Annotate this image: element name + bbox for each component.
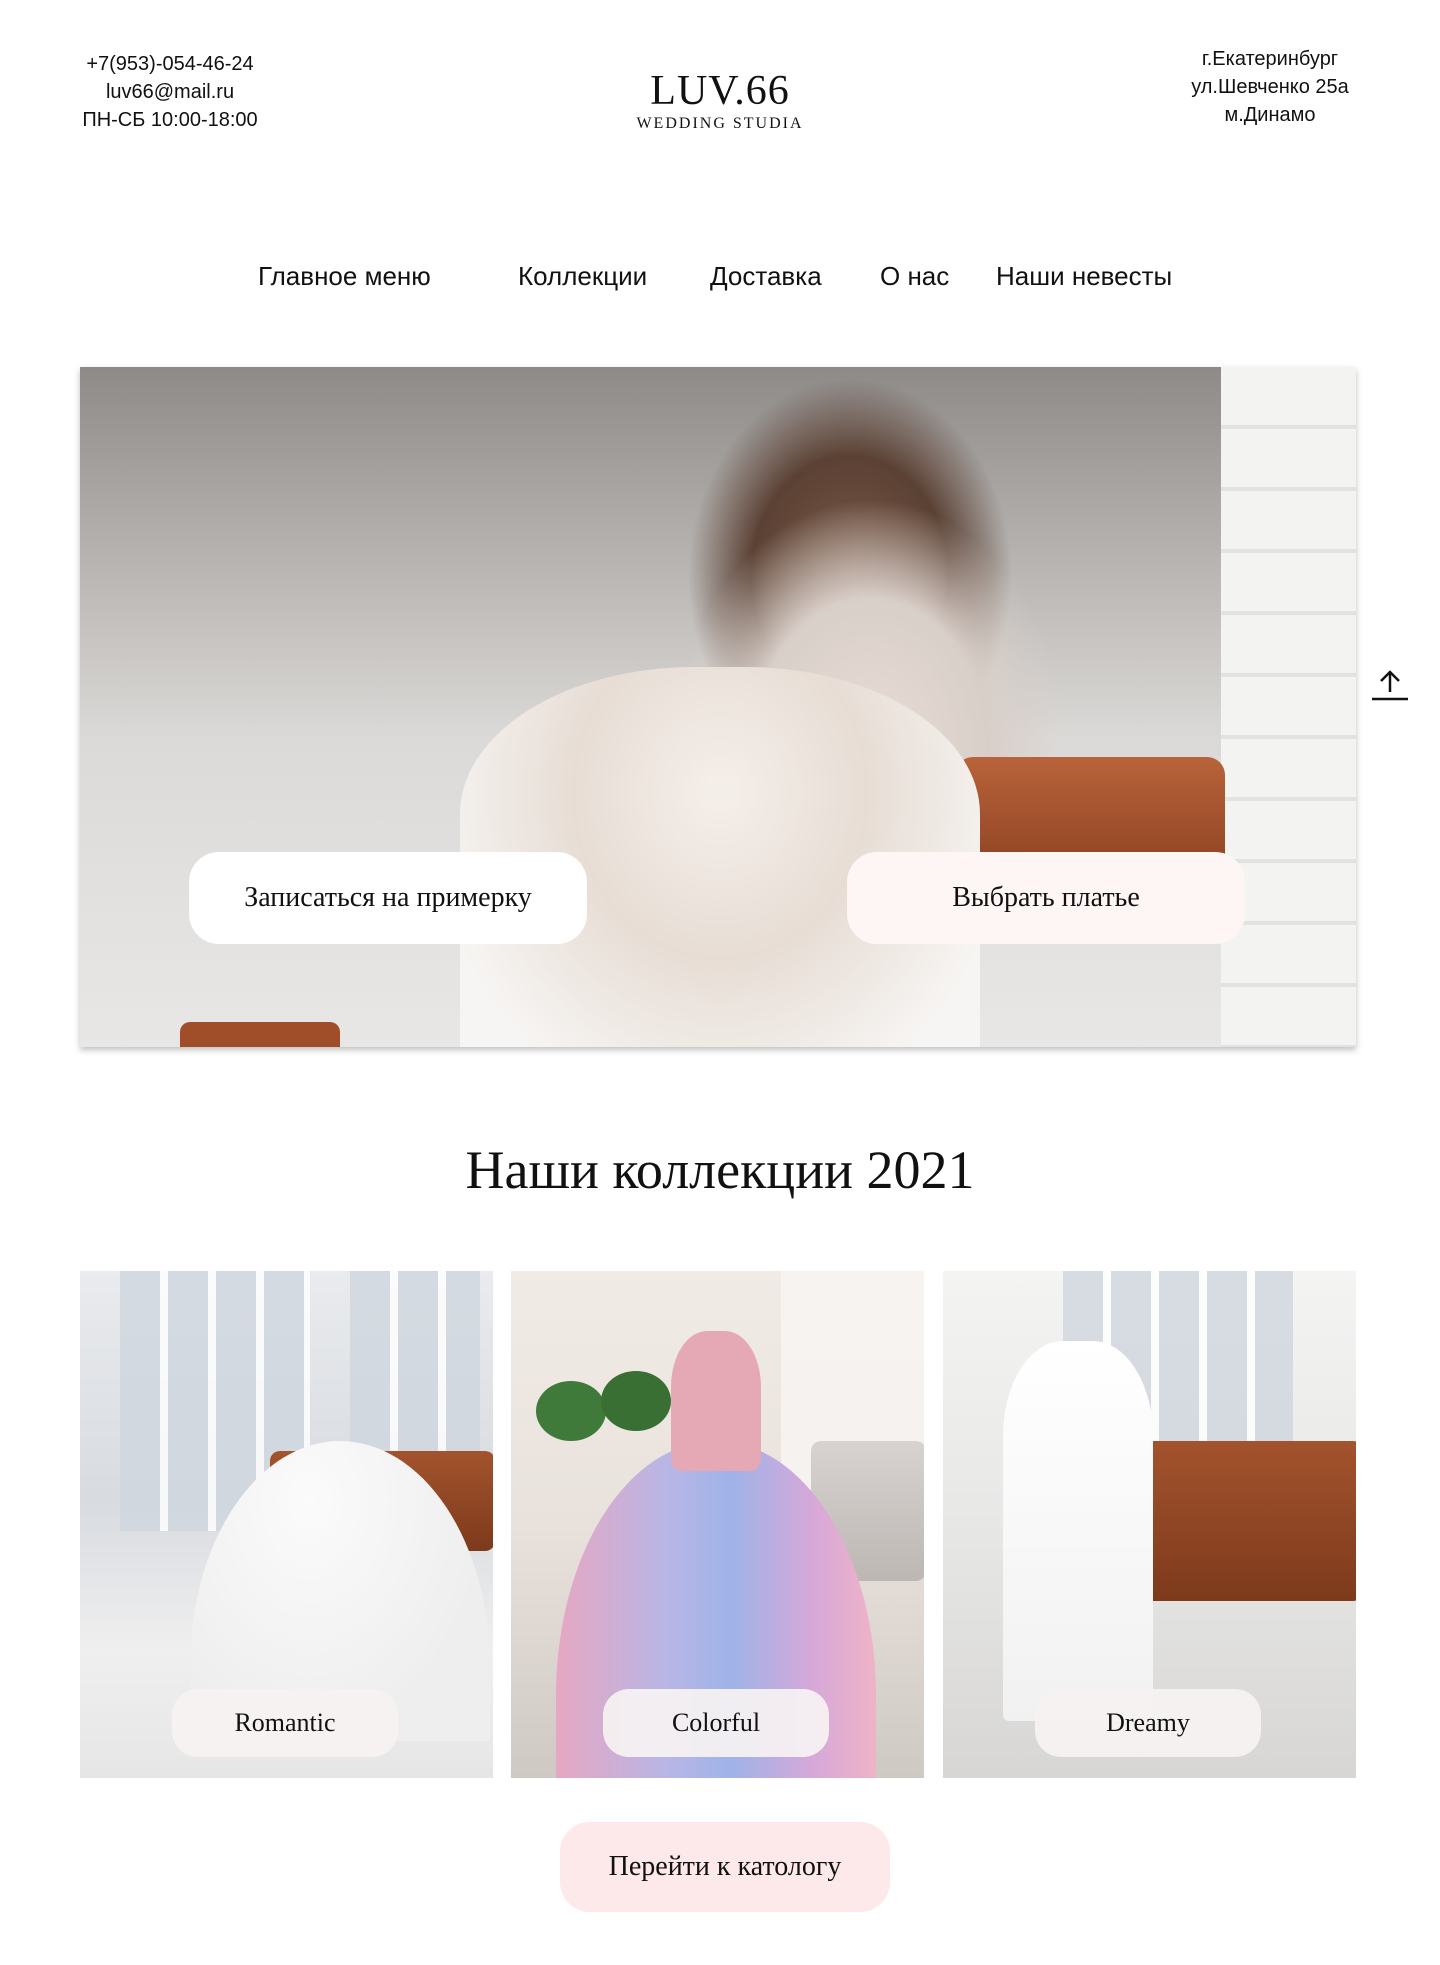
working-hours: ПН-СБ 10:00-18:00 <box>82 109 258 131</box>
bodice-image <box>671 1331 761 1471</box>
choose-dress-button[interactable]: Выбрать платье <box>847 852 1245 944</box>
nav-item-about[interactable]: О нас <box>880 258 949 294</box>
logo-title: LUV.66 <box>650 68 790 114</box>
collection-card-colorful[interactable]: Colorful <box>511 1271 924 1778</box>
book-fitting-button[interactable]: Записаться на примерку <box>189 852 587 944</box>
collection-label: Romantic <box>172 1689 398 1757</box>
hero-brick-wall <box>1221 367 1356 1047</box>
nav-item-main-menu[interactable]: Главное меню <box>258 258 431 294</box>
contact-info: +7(953)-054-46-24 luv66@mail.ru ПН-СБ 10… <box>60 50 280 134</box>
phone-number[interactable]: +7(953)-054-46-24 <box>60 50 280 78</box>
logo-subtitle: WEDDING STUDIA <box>636 115 804 132</box>
logo[interactable]: LUV.66 WEDDING STUDIA <box>560 68 880 134</box>
collection-label: Colorful <box>603 1689 829 1757</box>
collection-card-dreamy[interactable]: Dreamy <box>943 1271 1356 1778</box>
address-metro: м.Динамо <box>1224 104 1316 126</box>
address-city: г.Екатеринбург <box>1201 48 1339 70</box>
collections-title: Наши коллекции 2021 <box>465 1140 975 1200</box>
nav-item-our-brides[interactable]: Наши невесты <box>996 258 1172 294</box>
dress-image <box>1003 1341 1153 1721</box>
plant-image <box>536 1381 606 1441</box>
arrow-up-icon <box>1372 670 1408 701</box>
nav-item-delivery[interactable]: Доставка <box>710 258 822 294</box>
address-info: г.Екатеринбург ул.Шевченко 25а м.Динамо <box>1160 45 1380 129</box>
collection-card-romantic[interactable]: Romantic <box>80 1271 493 1778</box>
hero-banner: Записаться на примерку Выбрать платье <box>80 367 1356 1047</box>
go-to-catalog-button[interactable]: Перейти к катологу <box>560 1822 890 1912</box>
address-street: ул.Шевченко 25а <box>1191 76 1349 98</box>
plant-image <box>601 1371 671 1431</box>
nav-item-collections[interactable]: Коллекции <box>518 258 647 294</box>
main-nav: Главное меню Коллекции Доставка О нас На… <box>0 258 1440 298</box>
collection-label: Dreamy <box>1035 1689 1261 1757</box>
sofa-image <box>1123 1441 1356 1601</box>
scroll-top-button[interactable] <box>1370 668 1410 704</box>
email-address[interactable]: luv66@mail.ru <box>60 78 280 106</box>
hero-sofa-left <box>180 1022 340 1047</box>
